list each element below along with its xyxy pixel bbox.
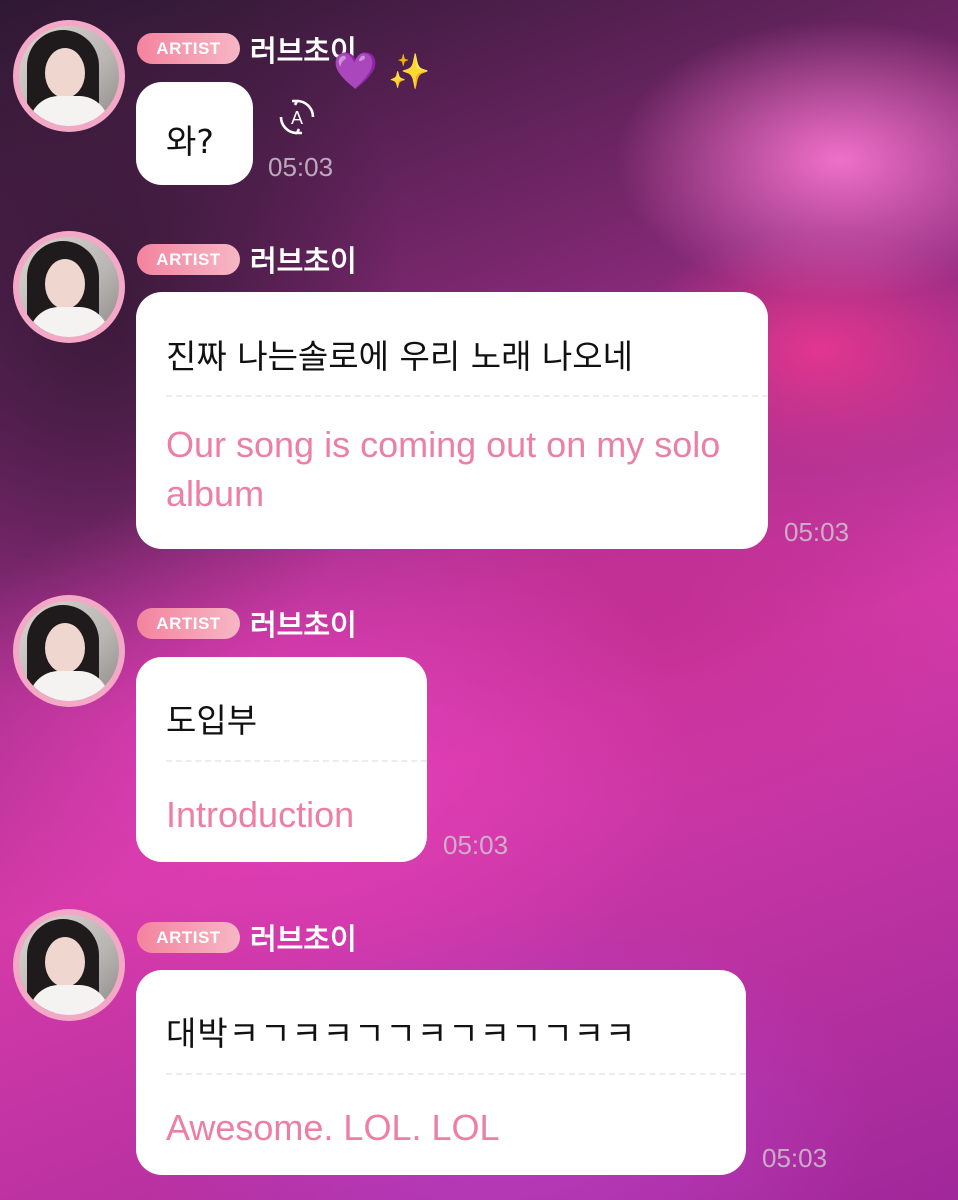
translation-divider — [166, 760, 427, 762]
message-translation: Our song is coming out on my solo album — [166, 424, 721, 514]
purple-heart-emoji: 💜 — [333, 51, 378, 92]
avatar[interactable] — [13, 909, 125, 1021]
artist-badge: ARTIST — [137, 922, 240, 953]
message-bubble[interactable]: 대박ㅋㄱㅋㅋㄱㄱㅋㄱㅋㄱㄱㅋㅋ Awesome. LOL. LOL — [136, 970, 746, 1175]
message-bubble[interactable]: 와? — [136, 82, 253, 185]
svg-text:A: A — [291, 108, 303, 128]
avatar[interactable] — [13, 595, 125, 707]
message-time: 05:03 — [268, 152, 334, 182]
avatar-photo — [19, 915, 119, 1015]
avatar-photo — [19, 601, 119, 701]
message-time: 05:03 — [762, 1143, 828, 1173]
message-time: 05:03 — [784, 517, 850, 547]
avatar[interactable] — [13, 231, 125, 343]
sender-name: 러브초이 — [250, 608, 357, 642]
message-time: 05:03 — [443, 830, 509, 860]
sparkles-emoji: ✨ — [388, 52, 431, 92]
avatar[interactable] — [13, 20, 125, 132]
message-translation: Introduction — [166, 794, 355, 835]
artist-badge: ARTIST — [137, 244, 240, 275]
avatar-photo — [19, 237, 119, 337]
message-bubble[interactable]: 도입부 Introduction — [136, 657, 427, 862]
message-text-korean: 진짜 나는솔로에 우리 노래 나오네 — [166, 337, 633, 376]
artist-badge: ARTIST — [137, 33, 240, 64]
translation-divider — [166, 395, 768, 397]
translation-divider — [166, 1073, 746, 1075]
message-text-korean: 대박ㅋㄱㅋㅋㄱㄱㅋㄱㅋㄱㄱㅋㅋ — [166, 1014, 637, 1053]
message-translation: Awesome. LOL. LOL — [166, 1107, 500, 1148]
avatar-photo — [19, 26, 119, 126]
sender-name: 러브초이 — [250, 244, 357, 278]
message-text-korean: 와? — [166, 122, 214, 161]
artist-badge: ARTIST — [137, 608, 240, 639]
sender-name: 러브초이 — [250, 922, 357, 956]
message-text-korean: 도입부 — [166, 701, 258, 740]
message-bubble[interactable]: 진짜 나는솔로에 우리 노래 나오네 Our song is coming ou… — [136, 292, 768, 549]
translate-icon[interactable]: A — [278, 98, 316, 136]
